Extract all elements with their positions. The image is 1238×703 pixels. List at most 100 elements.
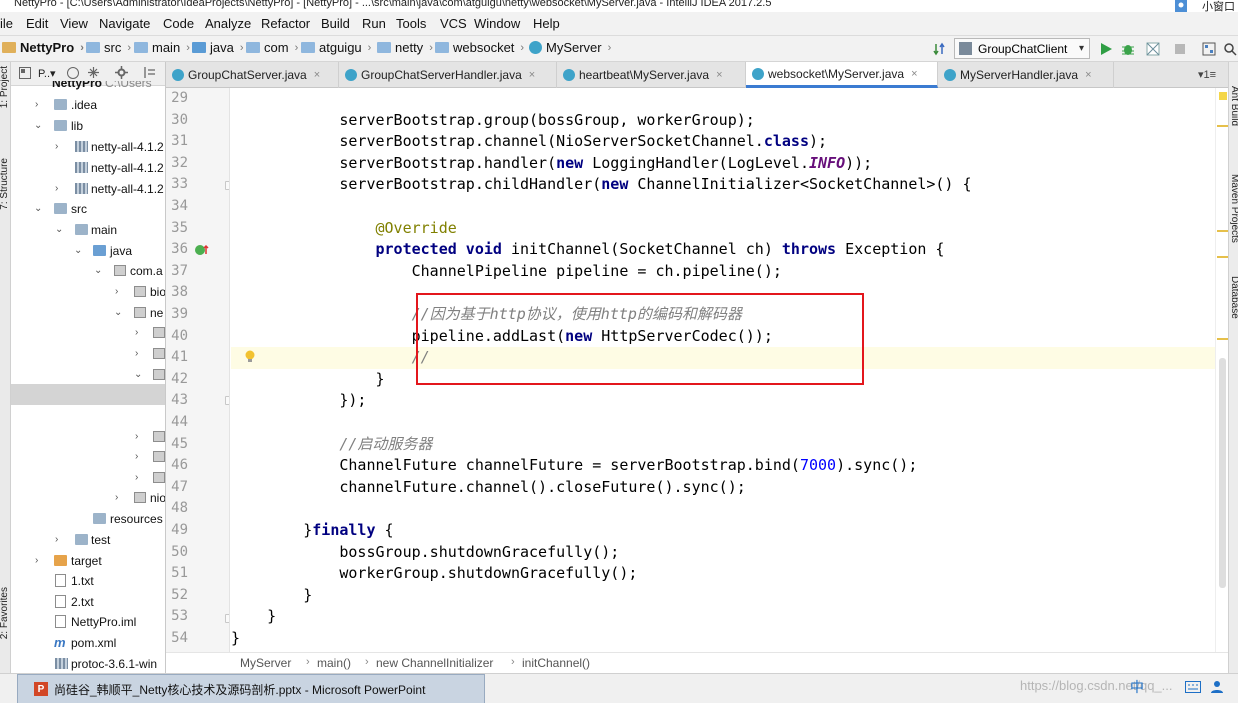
- project-structure-icon[interactable]: [1202, 42, 1216, 56]
- chevron-right-icon[interactable]: ›: [55, 534, 58, 545]
- tree-item-pkg-f[interactable]: ›: [11, 467, 165, 488]
- chevron-down-icon[interactable]: ⌄: [55, 224, 63, 235]
- menu-run[interactable]: Run: [362, 16, 386, 31]
- chevron-right-icon[interactable]: ›: [135, 472, 138, 483]
- close-icon[interactable]: ×: [911, 68, 917, 80]
- nav-crumb-myserver[interactable]: MyServer ›: [529, 40, 611, 55]
- tab-groupchatserver[interactable]: GroupChatServer.java ×: [166, 62, 339, 88]
- nav-crumb-src[interactable]: src ›: [86, 40, 131, 55]
- close-icon[interactable]: ×: [314, 69, 320, 81]
- chevron-down-icon[interactable]: ⌄: [114, 307, 122, 318]
- chevron-right-icon[interactable]: ›: [135, 327, 138, 338]
- menu-tools[interactable]: Tools: [396, 16, 426, 31]
- menu-code[interactable]: Code: [163, 16, 194, 31]
- tab-websocket-myserver[interactable]: websocket\MyServer.java ×: [746, 62, 938, 88]
- menu-navigate[interactable]: Navigate: [99, 16, 150, 31]
- inspection-status-icon[interactable]: [1219, 92, 1227, 100]
- run-configuration-select[interactable]: GroupChatClient ▾: [954, 38, 1090, 59]
- tab-myserverhandler[interactable]: MyServerHandler.java ×: [938, 62, 1114, 88]
- nav-crumb-com[interactable]: com ›: [246, 40, 298, 55]
- tree-item-pkg-c[interactable]: ⌄: [11, 364, 165, 385]
- breadcrumb-class[interactable]: MyServer: [240, 656, 291, 670]
- user-icon[interactable]: [1210, 680, 1224, 694]
- search-icon[interactable]: [1223, 42, 1237, 56]
- chevron-down-icon[interactable]: ⌄: [74, 245, 82, 256]
- tree-item-1txt[interactable]: 1.txt: [11, 570, 165, 591]
- tree-item-test[interactable]: › test: [11, 529, 165, 550]
- user-icon[interactable]: [1174, 0, 1188, 12]
- tree-item-ne[interactable]: ⌄ ne: [11, 302, 165, 323]
- fold-marker-icon[interactable]: [225, 614, 229, 623]
- debug-icon[interactable]: [1121, 42, 1135, 56]
- taskbar-powerpoint-item[interactable]: P 尚硅谷_韩顺平_Netty核心技术及源码剖析.pptx - Microsof…: [17, 674, 485, 703]
- menu-analyze[interactable]: Analyze: [205, 16, 251, 31]
- lightbulb-icon[interactable]: [244, 350, 256, 364]
- target-icon[interactable]: [67, 67, 79, 79]
- stop-icon[interactable]: [1173, 42, 1187, 56]
- breadcrumb-anonymous[interactable]: new ChannelInitializer: [376, 656, 493, 670]
- tree-item-nio[interactable]: › nio: [11, 487, 165, 508]
- menu-help[interactable]: Help: [533, 16, 560, 31]
- chevron-down-icon[interactable]: ⌄: [134, 369, 142, 380]
- menu-build[interactable]: Build: [321, 16, 350, 31]
- tree-item-com[interactable]: ⌄ com.a: [11, 260, 165, 281]
- warning-marker[interactable]: [1217, 256, 1228, 258]
- tab-list-menu[interactable]: ▾1≡: [1198, 68, 1216, 81]
- run-icon[interactable]: [1099, 42, 1113, 56]
- chevron-down-icon[interactable]: ⌄: [94, 265, 102, 276]
- tab-groupchatserverhandler[interactable]: GroupChatServerHandler.java ×: [339, 62, 557, 88]
- nav-crumb-project[interactable]: NettyPro ›: [2, 40, 84, 55]
- nav-crumb-atguigu[interactable]: atguigu ›: [301, 40, 371, 55]
- editor-scrollbar[interactable]: [1215, 88, 1228, 652]
- maven-projects-tool-button[interactable]: Maven Projects: [1229, 174, 1238, 243]
- tree-item-main[interactable]: ⌄ main: [11, 219, 165, 240]
- chevron-right-icon[interactable]: ›: [35, 99, 38, 110]
- tree-item-jar-1[interactable]: › netty-all-4.1.2: [11, 136, 165, 157]
- menu-window[interactable]: Window: [474, 16, 520, 31]
- chevron-right-icon[interactable]: ›: [55, 183, 58, 194]
- menu-edit[interactable]: Edit: [26, 16, 48, 31]
- tree-item-pkg-a[interactable]: ›: [11, 322, 165, 343]
- menu-refactor[interactable]: Refactor: [261, 16, 310, 31]
- chevron-right-icon[interactable]: ›: [135, 451, 138, 462]
- tree-item-src[interactable]: ⌄ src: [11, 198, 165, 219]
- tree-item-pom[interactable]: m pom.xml: [11, 632, 165, 653]
- tree-item-pkg-b[interactable]: ›: [11, 343, 165, 364]
- tree-item-idea[interactable]: › .idea: [11, 94, 165, 115]
- warning-marker[interactable]: [1217, 230, 1228, 232]
- close-icon[interactable]: ×: [716, 69, 722, 81]
- chevron-right-icon[interactable]: ›: [35, 555, 38, 566]
- chevron-right-icon[interactable]: ›: [115, 286, 118, 297]
- ant-build-tool-button[interactable]: Ant Build: [1229, 86, 1238, 126]
- chevron-right-icon[interactable]: ›: [115, 492, 118, 503]
- tree-item-lib[interactable]: ⌄ lib: [11, 115, 165, 136]
- tree-item-target[interactable]: › target: [11, 550, 165, 571]
- chevron-right-icon[interactable]: ›: [55, 141, 58, 152]
- project-view-select[interactable]: P..▾: [38, 67, 56, 80]
- close-icon[interactable]: ×: [529, 69, 535, 81]
- tree-item-iml[interactable]: NettyPro.iml: [11, 611, 165, 632]
- tree-item-bio[interactable]: › bio: [11, 281, 165, 302]
- breadcrumb-method[interactable]: main(): [317, 656, 351, 670]
- tree-item-protoc[interactable]: protoc-3.6.1-win: [11, 653, 165, 673]
- nav-crumb-websocket[interactable]: websocket ›: [435, 40, 524, 55]
- tree-item-jar-2[interactable]: netty-all-4.1.2: [11, 157, 165, 178]
- structure-tool-button[interactable]: 7: Structure: [0, 158, 10, 210]
- tree-item-resources[interactable]: resources: [11, 508, 165, 529]
- menu-file[interactable]: ile: [0, 16, 13, 31]
- coverage-icon[interactable]: [1146, 42, 1160, 56]
- tree-item-selected[interactable]: [11, 384, 165, 405]
- fold-marker-icon[interactable]: [225, 396, 229, 405]
- code-editor[interactable]: serverBootstrap.group(bossGroup, workerG…: [231, 88, 1215, 652]
- tab-heartbeat-myserver[interactable]: heartbeat\MyServer.java ×: [557, 62, 746, 88]
- nav-crumb-java[interactable]: java ›: [192, 40, 244, 55]
- corner-text[interactable]: 小窗口: [1202, 0, 1235, 12]
- project-view-icon[interactable]: [19, 67, 31, 79]
- tree-item-java[interactable]: ⌄ java: [11, 240, 165, 261]
- chevron-right-icon[interactable]: ›: [135, 348, 138, 359]
- gear-icon[interactable]: [115, 66, 128, 79]
- override-method-icon[interactable]: [194, 243, 210, 257]
- chevron-down-icon[interactable]: ⌄: [34, 203, 42, 214]
- favorites-tool-button[interactable]: 2: Favorites: [0, 587, 10, 639]
- scroll-thumb[interactable]: [1219, 358, 1226, 588]
